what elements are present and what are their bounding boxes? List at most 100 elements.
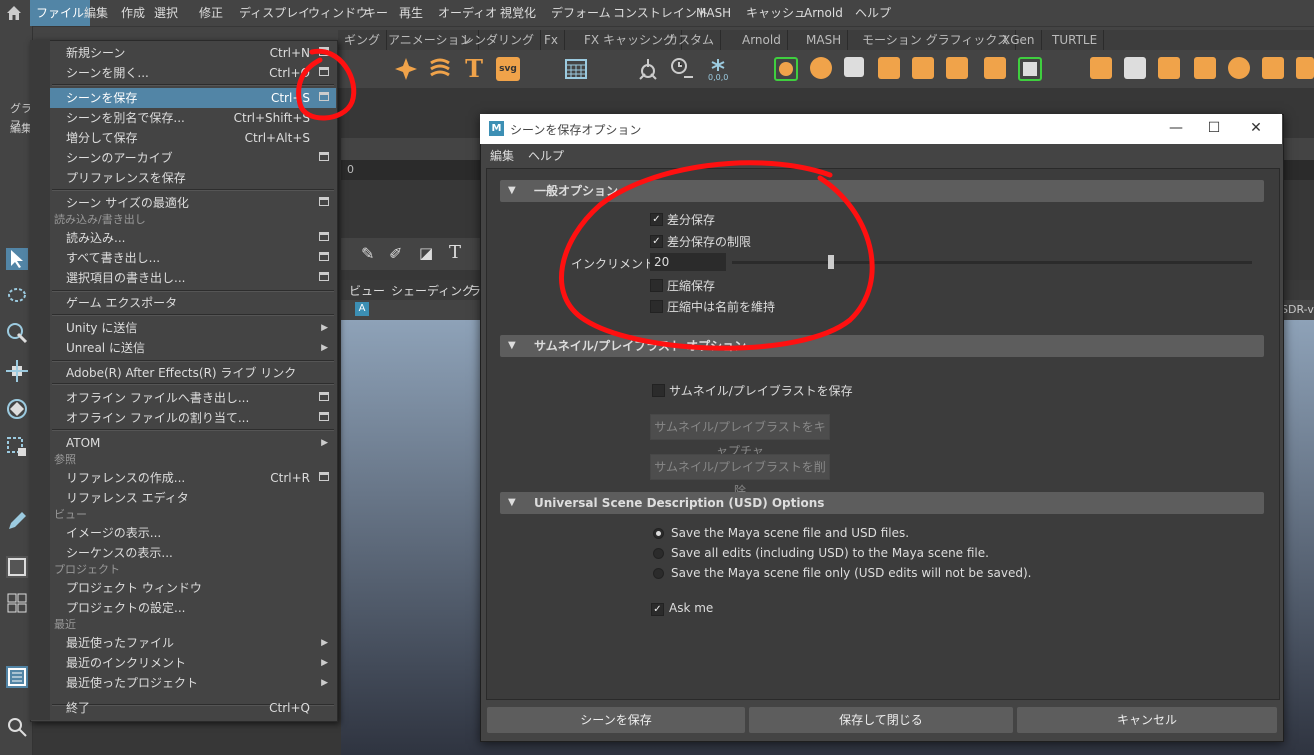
select-arrow-icon[interactable] xyxy=(6,248,28,270)
file-menu-item[interactable]: シーンを別名で保存... Ctrl+Shift+S xyxy=(50,108,336,128)
snowflake-icon[interactable]: 0,0,0 xyxy=(706,57,730,81)
usd-option-1-radio[interactable] xyxy=(653,528,664,539)
option-box-icon[interactable] xyxy=(319,472,329,481)
file-menu-item[interactable]: オフライン ファイルへ書き出し... xyxy=(50,388,336,408)
incremental-save-checkbox[interactable]: ✓ xyxy=(650,213,663,226)
increment-slider[interactable] xyxy=(732,261,1252,264)
corner-cube-icon[interactable] xyxy=(1296,57,1314,79)
scatter-icon[interactable] xyxy=(1194,57,1216,79)
search-icon[interactable] xyxy=(6,716,28,738)
clock-icon[interactable] xyxy=(670,57,694,81)
dialog-titlebar[interactable]: M シーンを保存オプション — ☐ ✕ xyxy=(480,114,1282,144)
option-box-icon[interactable] xyxy=(319,392,329,401)
option-box-icon[interactable] xyxy=(319,272,329,281)
stack-icon[interactable] xyxy=(1124,57,1146,79)
menubar-item[interactable]: デフォーム xyxy=(545,0,617,26)
curve-text-icon[interactable] xyxy=(428,57,452,81)
option-box-icon[interactable] xyxy=(319,92,329,101)
shelf-tab[interactable]: ギング xyxy=(338,30,388,50)
option-box-icon[interactable] xyxy=(319,252,329,261)
limit-incremental-checkbox[interactable]: ✓ xyxy=(650,235,663,248)
layout-four-icon[interactable] xyxy=(6,592,28,614)
shelf-tab[interactable]: レンダリング xyxy=(456,30,542,50)
shelf-tab[interactable]: MASH xyxy=(800,30,849,50)
grid-cube-icon[interactable] xyxy=(912,57,934,79)
shelf-tab[interactable]: カスタム xyxy=(660,30,722,50)
file-menu-item[interactable]: Unreal に送信 ▶ xyxy=(50,338,336,358)
menubar-item[interactable]: 編集 xyxy=(78,0,114,26)
file-menu-item[interactable]: シーンのアーカイブ xyxy=(50,148,336,168)
file-menu-item[interactable]: ゲーム エクスポータ xyxy=(50,293,336,313)
shelf-tab[interactable]: XGen xyxy=(996,30,1042,50)
viewport-a-icon[interactable]: A xyxy=(355,302,369,316)
menubar-item[interactable]: キー xyxy=(358,0,394,26)
file-menu-item[interactable]: シーケンスの表示... xyxy=(50,543,336,563)
menubar-item[interactable]: 再生 xyxy=(393,0,429,26)
type-icon[interactable]: T xyxy=(462,57,486,81)
pencil-tool-icon[interactable] xyxy=(6,510,28,532)
file-menu-item[interactable]: プリファレンスを保存 xyxy=(50,168,336,188)
locator-icon[interactable] xyxy=(636,57,660,81)
brush-icon[interactable]: ✐ xyxy=(389,244,402,263)
menubar-item[interactable]: ヘルプ xyxy=(849,0,897,26)
option-box-icon[interactable] xyxy=(319,197,329,206)
layout-single-icon[interactable] xyxy=(6,556,28,578)
rotate-icon[interactable] xyxy=(6,398,28,420)
pencil-icon[interactable]: ✎ xyxy=(361,244,374,263)
file-menu-item[interactable]: プロジェクト ウィンドウ xyxy=(50,578,336,598)
grid-panel-icon[interactable] xyxy=(564,57,588,81)
blocks-icon[interactable] xyxy=(946,57,968,79)
file-menu-item[interactable]: ATOM ▶ xyxy=(50,433,336,453)
eraser-icon[interactable]: ◪ xyxy=(419,244,433,262)
file-menu-item[interactable]: 最近のインクリメント ▶ xyxy=(50,653,336,673)
paint-select-icon[interactable] xyxy=(6,322,28,344)
viewport-menu-shading[interactable]: シェーディング xyxy=(391,282,474,299)
increment-slider-handle[interactable] xyxy=(827,255,834,269)
minimize-icon[interactable]: — xyxy=(1164,118,1188,138)
file-menu-item[interactable]: 最近使ったプロジェクト ▶ xyxy=(50,673,336,693)
usd-option-2-radio[interactable] xyxy=(653,548,664,559)
file-menu-item[interactable]: Unity に送信 ▶ xyxy=(50,318,336,338)
cube-white-icon[interactable] xyxy=(844,57,864,77)
wheel-icon[interactable] xyxy=(1228,57,1250,79)
file-menu-item[interactable]: イメージの表示... xyxy=(50,523,336,543)
option-box-icon[interactable] xyxy=(319,152,329,161)
sphere-select-icon[interactable] xyxy=(774,57,798,81)
box-icon[interactable] xyxy=(1158,57,1180,79)
layout-outliner-icon[interactable] xyxy=(6,666,28,688)
maximize-icon[interactable]: ☐ xyxy=(1202,118,1226,138)
thumbnail-options-header[interactable]: ▼ サムネイル/プレイブラスト オプション xyxy=(500,335,1264,357)
save-and-close-button[interactable]: 保存して閉じる xyxy=(749,707,1013,733)
menubar-item[interactable]: 視覚化 xyxy=(494,0,542,26)
file-menu-item[interactable]: Adobe(R) After Effects(R) ライブ リンク xyxy=(50,363,336,383)
layers-icon[interactable] xyxy=(810,57,832,79)
move-icon[interactable] xyxy=(6,360,28,382)
shelf-tab[interactable]: Fx xyxy=(538,30,566,50)
option-box-icon[interactable] xyxy=(319,47,329,56)
save-thumbnail-checkbox[interactable] xyxy=(652,384,665,397)
pillar-icon[interactable] xyxy=(1090,57,1112,79)
file-menu-item[interactable]: シーン サイズの最適化 xyxy=(50,193,336,213)
file-menu-item[interactable]: 終了 Ctrl+Q xyxy=(50,698,336,718)
file-menu-item[interactable]: 新規シーン Ctrl+N xyxy=(50,43,336,63)
viewport-menu-view[interactable]: ビュー xyxy=(349,282,385,299)
menubar-item[interactable]: MASH xyxy=(690,0,737,26)
star-icon[interactable] xyxy=(394,57,418,81)
menubar-item[interactable]: 修正 xyxy=(193,0,229,26)
shelf-tab[interactable]: Arnold xyxy=(736,30,788,50)
lasso-icon[interactable] xyxy=(6,286,28,308)
ask-me-checkbox[interactable]: ✓ xyxy=(651,603,664,616)
usd-options-header[interactable]: ▼ Universal Scene Description (USD) Opti… xyxy=(500,492,1264,514)
option-box-icon[interactable] xyxy=(319,67,329,76)
general-options-header[interactable]: ▼ 一般オプション xyxy=(500,180,1264,202)
rotate-cubes-icon[interactable] xyxy=(984,57,1006,79)
home-icon[interactable] xyxy=(6,5,22,21)
shard-icon[interactable] xyxy=(1262,57,1284,79)
keep-name-checkbox[interactable] xyxy=(650,300,663,313)
file-menu-item[interactable]: 最近使ったファイル ▶ xyxy=(50,633,336,653)
menubar-item[interactable]: Arnold xyxy=(798,0,849,26)
menubar-item[interactable]: 選択 xyxy=(148,0,184,26)
capture-thumbnail-button[interactable]: サムネイル/プレイブラストをキャプチャ xyxy=(650,414,830,458)
cube-orange-icon[interactable] xyxy=(878,57,900,79)
dialog-menu-help[interactable]: ヘルプ xyxy=(528,147,564,164)
